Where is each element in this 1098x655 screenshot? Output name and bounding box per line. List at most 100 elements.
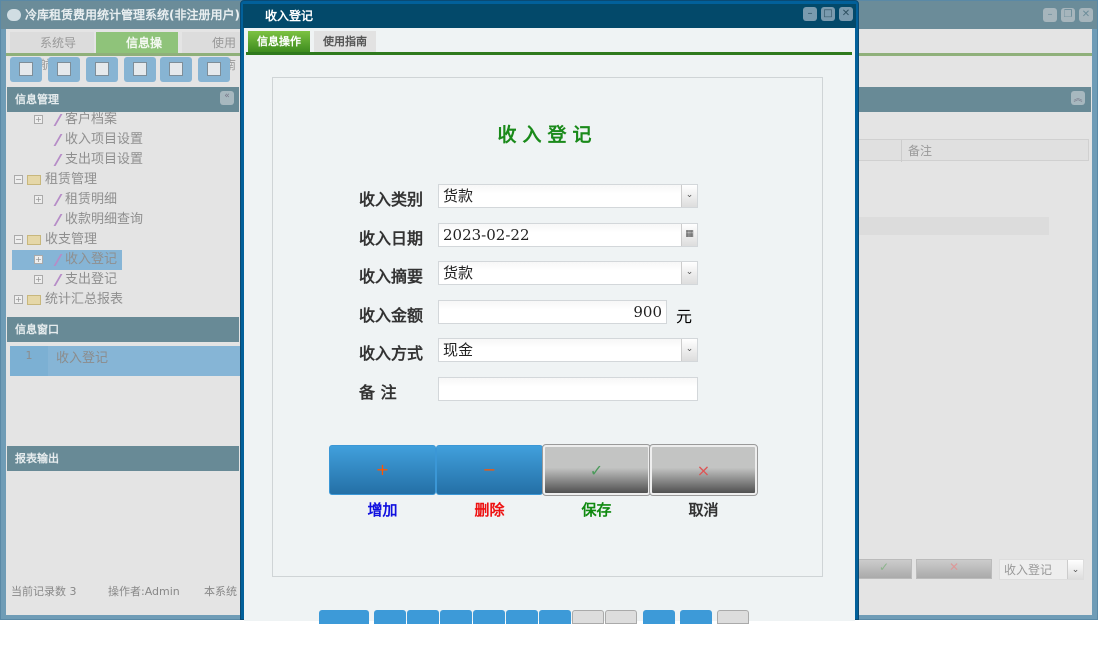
restore-icon[interactable]: ❐ (1061, 8, 1075, 22)
collapse-icon[interactable]: « (220, 91, 234, 105)
minimize-icon[interactable]: – (1043, 8, 1057, 22)
field-label: 收入日期 (359, 225, 423, 249)
collapse-icon[interactable]: − (14, 175, 23, 184)
pager-button[interactable] (473, 610, 505, 624)
chevron-down-icon[interactable]: ⌄ (681, 339, 697, 361)
tree-item[interactable]: +租赁明细 (12, 190, 242, 210)
wand-icon (44, 194, 63, 206)
income-dialog: 收入登记 – □ ✕ 信息操作 使用指南 收入登记 收入类别货款⌄收入日期202… (240, 0, 859, 620)
dialog-body: 信息操作 使用指南 收入登记 收入类别货款⌄收入日期2023-02-22▦收入摘… (244, 28, 855, 621)
field-label: 收入金额 (359, 302, 423, 326)
field-label: 收入摘要 (359, 263, 423, 287)
pager-button[interactable] (506, 610, 538, 624)
wand-icon (44, 114, 63, 126)
tab-guide[interactable]: 使用指南 (314, 31, 376, 52)
add-button[interactable]: + (329, 445, 436, 495)
wand-icon (44, 254, 63, 266)
expand-icon[interactable]: ︽ (1071, 91, 1085, 105)
tab-info-ops[interactable]: 信息操作 (96, 32, 178, 54)
pager-button[interactable] (572, 610, 604, 624)
pager-button[interactable] (440, 610, 472, 624)
income-form: 收入登记 收入类别货款⌄收入日期2023-02-22▦收入摘要货款⌄收入金额90… (272, 77, 823, 577)
grid-panel-header (856, 87, 1091, 112)
wand-icon (44, 154, 63, 166)
document-icon[interactable] (86, 57, 118, 82)
collapse-icon[interactable]: − (14, 235, 23, 244)
save-button[interactable]: ✓ (543, 445, 650, 495)
tree-item[interactable]: 收入项目设置 (12, 130, 242, 150)
add-label: 增加 (329, 499, 436, 520)
cancel-button[interactable]: × (650, 445, 757, 495)
panel-header-info-mgmt: 信息管理 (7, 87, 239, 112)
tree-item[interactable]: −收支管理 (12, 230, 242, 250)
folder-icon (27, 175, 41, 185)
pager-button[interactable] (605, 610, 637, 624)
tree-item[interactable]: 收款明细查询 (12, 210, 242, 230)
cancel-label: 取消 (650, 499, 757, 520)
tab-divider (246, 52, 852, 55)
field-input-text[interactable] (438, 377, 698, 401)
chevron-down-icon[interactable]: ⌄ (681, 185, 697, 207)
list-item[interactable]: 1 收入登记 (10, 346, 240, 376)
pager-button[interactable] (374, 610, 406, 624)
wand-icon (44, 274, 63, 286)
pager-button[interactable] (407, 610, 439, 624)
tree-item[interactable]: +统计汇总报表 (12, 290, 242, 310)
close-icon[interactable]: ✕ (839, 7, 853, 21)
pager-button[interactable] (643, 610, 675, 624)
user-icon[interactable] (124, 57, 156, 82)
expand-icon[interactable]: + (34, 275, 43, 284)
tree-item[interactable]: +支出登记 (12, 270, 242, 290)
status-bar: 当前记录数 3 操作者:Admin 本系统 (6, 582, 246, 602)
save-icon: ✓ (545, 461, 648, 480)
maximize-icon[interactable]: □ (821, 7, 835, 21)
expand-icon[interactable]: + (34, 115, 43, 124)
save-button-bg[interactable]: ✓ (856, 559, 912, 579)
expand-icon[interactable]: + (14, 295, 23, 304)
app-title: 冷库租赁费用统计管理系统(非注册用户) (25, 8, 240, 22)
pager-button[interactable] (319, 610, 369, 624)
tree-item[interactable]: +收入登记 (12, 250, 122, 270)
panel-header-report: 报表输出 (7, 446, 239, 471)
field-input-number[interactable]: 900 (438, 300, 667, 324)
cancel-button-bg[interactable]: ✕ (916, 559, 992, 579)
save-label: 保存 (543, 499, 650, 520)
folder-icon (27, 295, 41, 305)
tree-item[interactable]: −租赁管理 (12, 170, 242, 190)
search-icon[interactable] (10, 57, 42, 82)
list-icon[interactable] (48, 57, 80, 82)
delete-button[interactable]: − (436, 445, 543, 495)
wand-icon (44, 134, 63, 146)
field-input-select[interactable]: 货款⌄ (438, 184, 698, 208)
dialog-title-bar: 收入登记 (243, 4, 856, 28)
app-logo-icon (7, 9, 21, 21)
field-input-select[interactable]: 现金⌄ (438, 338, 698, 362)
field-input-select[interactable]: 货款⌄ (438, 261, 698, 285)
chevron-down-icon: ⌄ (1067, 560, 1083, 579)
expand-icon[interactable]: + (34, 255, 43, 264)
expand-icon[interactable]: + (34, 195, 43, 204)
monitor-icon[interactable] (160, 57, 192, 82)
form-title: 收入登记 (273, 120, 822, 147)
chevron-down-icon[interactable]: ⌄ (681, 262, 697, 284)
field-label: 收入方式 (359, 340, 423, 364)
pager-button[interactable] (680, 610, 712, 624)
add-icon: + (330, 460, 435, 479)
add-window-icon[interactable] (198, 57, 230, 82)
folder-icon (27, 235, 41, 245)
minimize-icon[interactable]: – (803, 7, 817, 21)
tree-item[interactable]: +客户档案 (12, 110, 242, 130)
pager-button[interactable] (539, 610, 571, 624)
tab-system-nav[interactable]: 系统导航 (10, 32, 94, 54)
calendar-icon[interactable]: ▦ (681, 224, 697, 246)
field-label: 收入类别 (359, 186, 423, 210)
cancel-icon: × (652, 461, 755, 480)
close-icon[interactable]: ✕ (1079, 8, 1093, 22)
pager-button[interactable] (717, 610, 749, 624)
field-input-date[interactable]: 2023-02-22▦ (438, 223, 698, 247)
tab-info-ops[interactable]: 信息操作 (248, 31, 310, 52)
panel-header-info-window: 信息窗口 (7, 317, 239, 342)
delete-label: 删除 (436, 499, 543, 520)
tree-item[interactable]: 支出项目设置 (12, 150, 242, 170)
window-select[interactable]: 收入登记⌄ (999, 559, 1084, 580)
